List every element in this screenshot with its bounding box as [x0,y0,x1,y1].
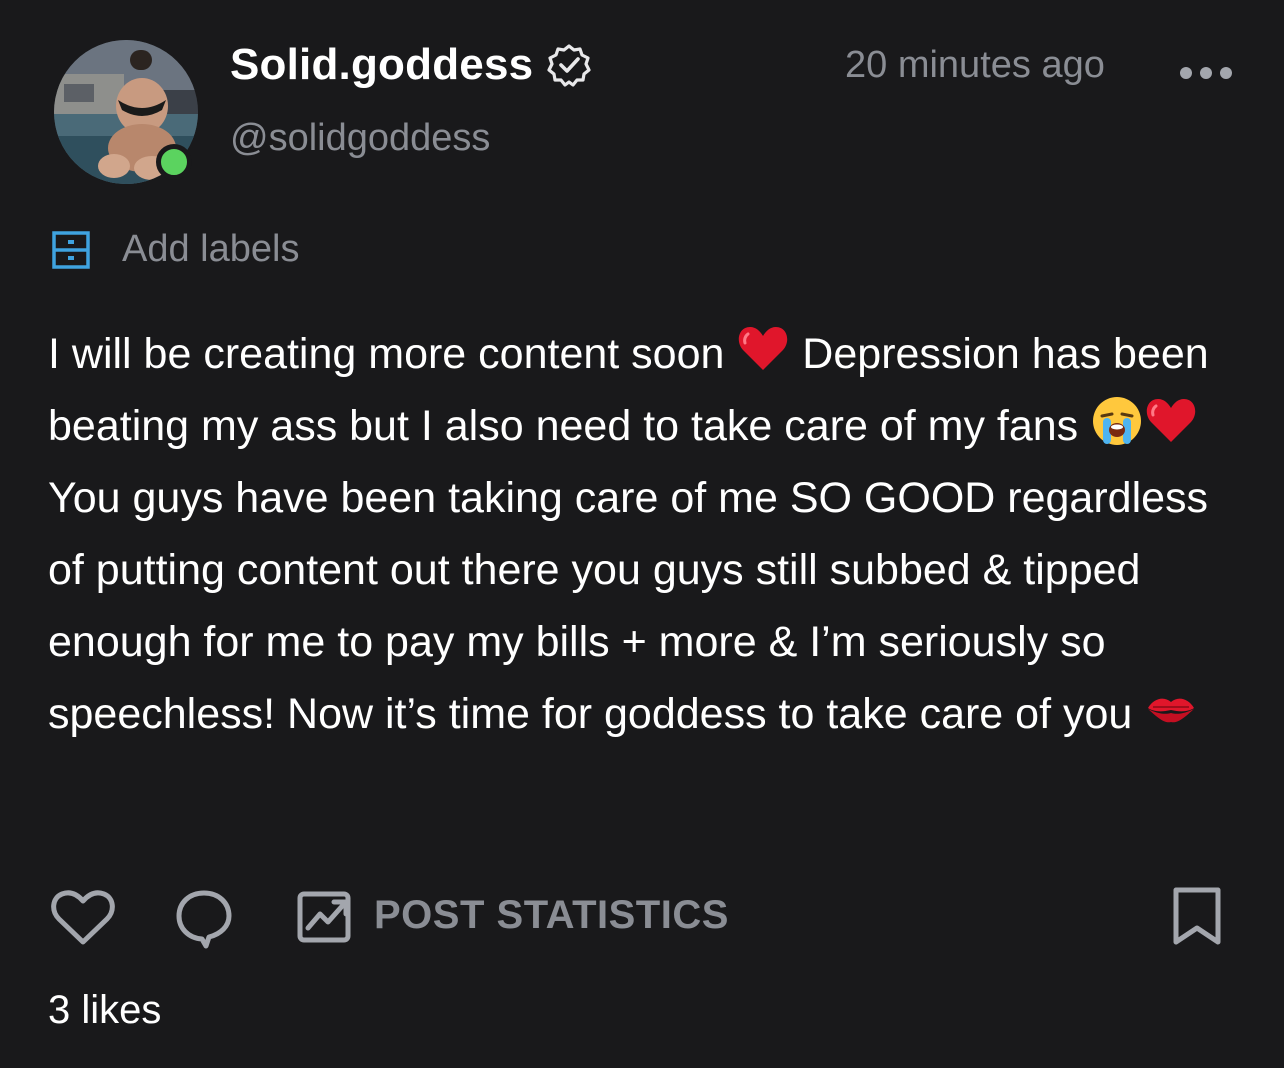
display-name[interactable]: Solid.goddess [230,40,533,90]
comment-bubble-icon [174,888,234,950]
more-dots-icon [1220,67,1232,79]
post-text-segment: I will be creating more content soon [48,330,737,378]
heart-outline-icon [50,888,116,948]
post-timestamp: 20 minutes ago [845,44,1105,86]
online-status-indicator [156,144,192,180]
red-heart-icon [1144,394,1198,448]
comment-button[interactable] [174,888,234,950]
post-card: Solid.goddess @solidgoddess 20 minutes a… [0,0,1284,1068]
red-heart-icon [736,322,790,376]
author-name-row: Solid.goddess [230,40,591,90]
add-labels-button[interactable]: Add labels [50,228,299,271]
author-handle[interactable]: @solidgoddess [230,117,490,160]
post-statistics-button[interactable]: POST STATISTICS [296,886,729,944]
bookmark-icon [1170,886,1224,948]
like-button[interactable] [50,888,116,948]
post-text-segment: You guys have been taking care of me SO … [48,474,1209,738]
more-dots-icon [1200,67,1212,79]
post-statistics-label: POST STATISTICS [374,892,729,937]
more-dots-icon [1180,67,1192,79]
loudly-crying-face-icon [1090,394,1144,448]
post-body-text: I will be creating more content soon Dep… [48,318,1238,750]
avatar[interactable] [54,40,200,186]
post-actions-bar: POST STATISTICS [50,882,1230,952]
statistics-chart-icon [296,886,354,944]
more-options-button[interactable] [1180,58,1232,88]
kiss-mark-icon [1144,682,1198,736]
bookmark-button[interactable] [1170,886,1224,948]
add-labels-label: Add labels [122,228,300,270]
likes-count[interactable]: 3 likes [48,988,161,1033]
verified-badge-icon [547,43,591,87]
label-icon [50,229,92,271]
